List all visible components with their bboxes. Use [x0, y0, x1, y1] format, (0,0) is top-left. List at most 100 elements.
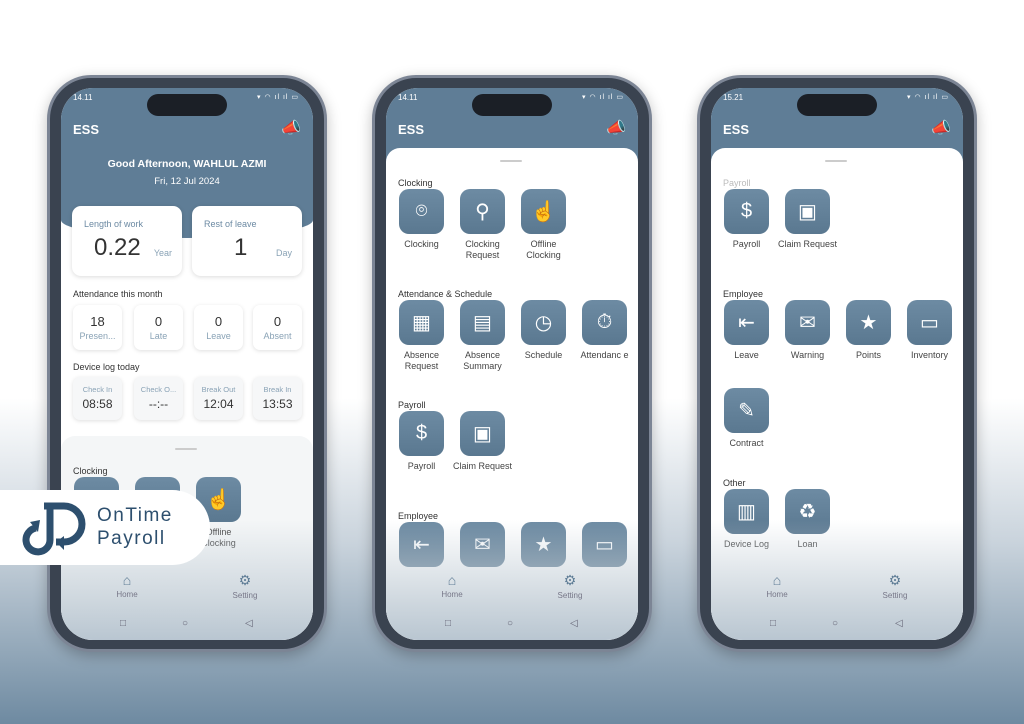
attendance-stat[interactable]: 18 Presen...	[73, 305, 122, 350]
app-label-clocking-request[interactable]: Clocking Request	[452, 239, 513, 261]
nav-home[interactable]: ⌂ Home	[427, 572, 477, 599]
status-icons: ▾ ◠ ıl ıl ▭	[906, 94, 949, 101]
megaphone-icon[interactable]: 📣	[931, 118, 951, 138]
calendar-icon[interactable]: ▦	[399, 300, 444, 345]
document-money-icon[interactable]: ▣	[785, 189, 830, 234]
app-label-leave[interactable]: Leave	[716, 350, 777, 361]
section-title: Attendance & Schedule	[398, 289, 493, 299]
android-home-button[interactable]: ○	[832, 618, 838, 629]
stat-label: Leave	[206, 331, 231, 341]
section-title: Clocking	[73, 466, 108, 476]
log-time: 08:58	[82, 397, 113, 411]
phone: 14.11 ▾ ◠ ıl ıl ▭ ESS 📣 Good Afternoon, WAHL…	[47, 75, 327, 652]
android-recents-button[interactable]: □	[770, 618, 776, 629]
nav-setting[interactable]: ⚙ Setting	[870, 572, 920, 600]
hand-touch-icon[interactable]: ☝	[521, 189, 566, 234]
app-label-inventory[interactable]: Inventory	[899, 350, 960, 361]
nav-home[interactable]: ⌂ Home	[752, 572, 802, 599]
door-exit-icon[interactable]: ⇤	[724, 300, 769, 345]
android-recents-button[interactable]: □	[120, 618, 126, 629]
device-log-entry: Break Out 12:04	[194, 377, 243, 420]
stat-label: Absent	[263, 331, 292, 341]
section-title: Payroll	[723, 178, 751, 188]
log-label: Break In	[263, 385, 292, 394]
megaphone-icon[interactable]: 📣	[606, 118, 626, 138]
phone: 14.11 ▾ ◠ ıl ıl ▭ ESS 📣 Clocking ⌾ Clocking ⚲ Cl…	[372, 75, 652, 652]
app-label-clocking[interactable]: Clocking	[391, 239, 452, 250]
card-value: 0.22	[94, 234, 141, 261]
android-recents-button[interactable]: □	[445, 618, 451, 629]
nav-label: Setting	[882, 591, 908, 600]
nav-home[interactable]: ⌂ Home	[102, 572, 152, 599]
megaphone-icon[interactable]: 📣	[281, 118, 301, 138]
app-label-schedule[interactable]: Schedule	[513, 350, 574, 361]
archive-box-icon[interactable]: ▭	[907, 300, 952, 345]
nav-setting[interactable]: ⚙ Setting	[545, 572, 595, 600]
stat-label: Presen...	[79, 331, 116, 341]
device-log-entry: Check O... --:--	[134, 377, 183, 420]
android-back-button[interactable]: ◁	[895, 618, 903, 629]
log-time: --:--	[148, 397, 169, 411]
length-of-work-card: Length of work 0.22 Year	[72, 206, 182, 276]
app-label-points[interactable]: Points	[838, 350, 899, 361]
nav-setting[interactable]: ⚙ Setting	[220, 572, 270, 600]
device-log-title: Device log today	[73, 362, 140, 372]
app-title: ESS	[398, 122, 425, 137]
stat-value: 18	[90, 314, 105, 329]
card-unit: Year	[153, 248, 172, 258]
app-label-attendanc-e[interactable]: Attendanc e	[574, 350, 635, 361]
phone: 15.21 ▾ ◠ ıl ıl ▭ ESS 📣 Payroll $ Payroll ▣ Clai…	[697, 75, 977, 652]
attendance-stat[interactable]: 0 Leave	[194, 305, 243, 350]
money-bag-icon[interactable]: $	[399, 411, 444, 456]
document-money-icon[interactable]: ▣	[460, 411, 505, 456]
app-label-absence-request[interactable]: Absence Request	[391, 350, 452, 372]
status-time: 15.21	[723, 93, 744, 102]
fingerprint-icon[interactable]: ⌾	[399, 189, 444, 234]
attendance-stat[interactable]: 0 Late	[134, 305, 183, 350]
app-label-offline-clocking[interactable]: Offline Clocking	[513, 239, 574, 261]
money-bag-icon[interactable]: $	[724, 189, 769, 234]
calendar-clock-icon[interactable]: ◷	[521, 300, 566, 345]
camera-notch	[797, 94, 877, 116]
app-label-claim-request[interactable]: Claim Request	[452, 461, 513, 472]
section-title: Clocking	[398, 178, 433, 188]
nav-label: Setting	[557, 591, 583, 600]
status-icons: ▾ ◠ ıl ıl ▭	[581, 94, 624, 101]
attendance-stat[interactable]: 0 Absent	[253, 305, 302, 350]
card-value: 1	[234, 234, 248, 261]
contract-icon[interactable]: ✎	[724, 388, 769, 433]
drag-handle[interactable]	[825, 160, 847, 162]
app-label-payroll[interactable]: Payroll	[391, 461, 452, 472]
home-icon: ⌂	[447, 572, 457, 588]
card-label: Rest of leave	[204, 219, 257, 229]
calendar-grid-icon[interactable]: ▤	[460, 300, 505, 345]
android-back-button[interactable]: ◁	[245, 618, 253, 629]
stat-label: Late	[149, 331, 168, 341]
drag-handle[interactable]	[175, 448, 197, 450]
card-star-icon[interactable]: ★	[846, 300, 891, 345]
app-label-claim-request[interactable]: Claim Request	[777, 239, 838, 250]
log-time: 13:53	[262, 397, 293, 411]
date: Fri, 12 Jul 2024	[154, 176, 220, 187]
app-label-warning[interactable]: Warning	[777, 350, 838, 361]
app-label-absence-summary[interactable]: Absence Summary	[452, 350, 513, 372]
nav-label: Setting	[232, 591, 258, 600]
mail-warning-icon[interactable]: ✉	[785, 300, 830, 345]
ontime-logo-icon	[22, 502, 86, 556]
app-label-contract[interactable]: Contract	[716, 438, 777, 449]
stat-value: 0	[214, 314, 223, 329]
android-home-button[interactable]: ○	[182, 618, 188, 629]
status-time: 14.11	[398, 93, 418, 102]
android-home-button[interactable]: ○	[507, 618, 513, 629]
app-label-payroll[interactable]: Payroll	[716, 239, 777, 250]
app-title: ESS	[73, 122, 100, 137]
clock-icon[interactable]: ⏱	[582, 300, 627, 345]
android-back-button[interactable]: ◁	[570, 618, 578, 629]
nav-label: Home	[116, 590, 138, 599]
log-label: Check O...	[140, 385, 177, 394]
drag-handle[interactable]	[500, 160, 522, 162]
log-label: Break Out	[201, 385, 236, 394]
nav-label: Home	[766, 590, 788, 599]
gear-icon: ⚙	[563, 572, 577, 588]
location-pin-icon[interactable]: ⚲	[460, 189, 505, 234]
